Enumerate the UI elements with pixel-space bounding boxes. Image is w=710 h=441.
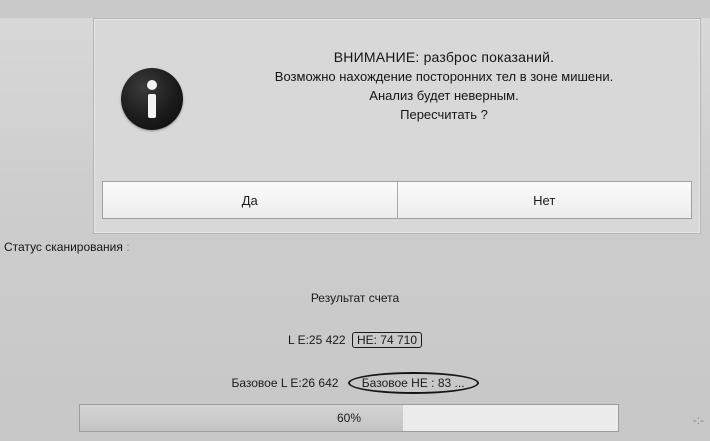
result-title: Результат счета (310, 291, 400, 305)
dialog-button-bar: Да Нет (102, 181, 692, 219)
scan-status-label: Статус сканирования : (4, 240, 130, 254)
top-strip (0, 0, 710, 18)
he-value: HE: 74 710 (351, 332, 422, 348)
progress-label: 60% (336, 411, 362, 425)
dialog-message-line: ВНИМАНИЕ: разброс показаний. (333, 49, 555, 65)
info-icon-stem (148, 94, 156, 118)
side-marker: -:- (692, 413, 704, 427)
le-value: L E:25 422 (288, 333, 346, 347)
base-line: Базовое L E:26 642 Базовое HE : 83 ... (0, 372, 710, 394)
dialog-message-line: Возможно нахождение посторонних тел в зо… (274, 69, 614, 84)
no-button[interactable]: Нет (396, 182, 691, 218)
info-icon-dot (147, 80, 157, 90)
scan-status-separator: : (126, 240, 130, 254)
scan-progress-bar: 60% (79, 404, 619, 432)
le-line: L E:25 422 HE: 74 710 (0, 332, 710, 348)
base-le-value: Базовое L E:26 642 (231, 376, 339, 390)
yes-button[interactable]: Да (103, 182, 397, 218)
dialog-message-line: Анализ будет неверным. (369, 88, 519, 103)
base-he-value: Базовое HE : 83 ... (347, 372, 479, 394)
dialog-message: ВНИМАНИЕ: разброс показаний. Возможно на… (204, 48, 684, 124)
app-screen: ВНИМАНИЕ: разброс показаний. Возможно на… (0, 0, 710, 441)
info-icon (121, 68, 183, 130)
scan-status-text: Статус сканирования (4, 240, 123, 254)
warning-dialog: ВНИМАНИЕ: разброс показаний. Возможно на… (93, 18, 701, 234)
dialog-message-line: Пересчитать ? (400, 107, 488, 122)
